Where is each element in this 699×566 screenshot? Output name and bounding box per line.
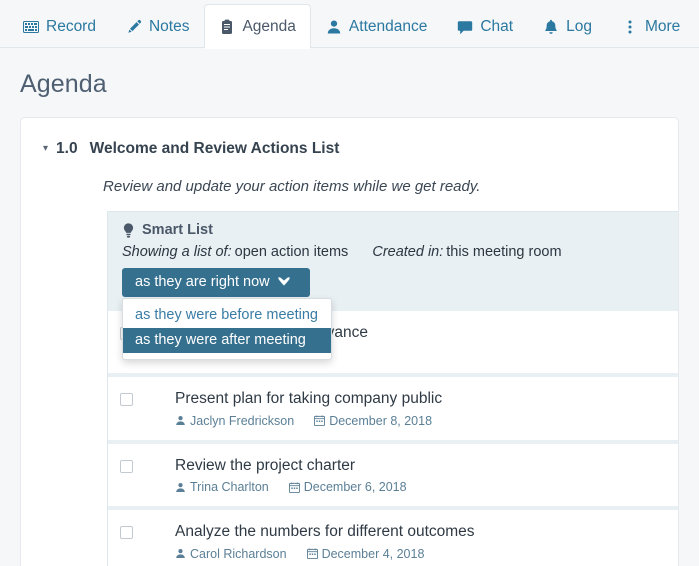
action-item-date: December 6, 2018 [288, 480, 407, 495]
action-item-meta: Jaclyn Fredrickson December 8, 2018 [175, 414, 442, 428]
timeframe-dropdown-menu: as they were before meeting as they were… [122, 298, 332, 360]
person-icon [175, 482, 186, 493]
tab-label: Chat [480, 17, 514, 35]
filter-list-label: Showing a list of: [122, 244, 232, 260]
pencil-icon [126, 19, 142, 35]
timeframe-dropdown-button[interactable]: as they are right now [122, 268, 310, 297]
tab-chat[interactable]: Chat [442, 4, 528, 48]
action-item-meta: Carol Richardson December 4, 2018 [175, 547, 475, 561]
action-item-title[interactable]: Present plan for taking company public [175, 389, 442, 408]
table-row[interactable]: Review the project charter Trina Charlto… [108, 443, 678, 511]
agenda-item-title: Welcome and Review Actions List [89, 140, 340, 157]
filter-created-value[interactable]: this meeting room [446, 244, 561, 260]
action-item-date-text: December 8, 2018 [329, 413, 433, 428]
calendar-icon [306, 548, 318, 559]
table-row[interactable]: Analyze the numbers for different outcom… [108, 510, 678, 566]
action-item-checkbox[interactable] [120, 526, 133, 540]
tab-label: More [644, 17, 681, 35]
action-item-checkbox[interactable] [120, 393, 133, 407]
tab-label: Attendance [348, 17, 428, 35]
action-item-assignee-text: Carol Richardson [190, 546, 287, 561]
bell-icon [543, 19, 559, 35]
agenda-item-header[interactable]: ▾ 1.0 Welcome and Review Actions List [21, 140, 678, 158]
agenda-item-description: Review and update your action items whil… [103, 178, 481, 195]
tab-attendance[interactable]: Attendance [311, 4, 442, 48]
timeframe-dropdown: as they are right now as they were befor… [122, 268, 332, 360]
tab-agenda[interactable]: Agenda [204, 4, 311, 49]
filter-created-label: Created in: [372, 244, 444, 260]
lightbulb-icon [122, 222, 135, 238]
action-item-checkbox[interactable] [120, 459, 133, 473]
smart-list-title: Smart List [142, 222, 213, 238]
action-item-assignee-text: Jaclyn Fredrickson [190, 413, 295, 428]
kebab-menu-icon [622, 19, 638, 35]
action-item-date-text: December 4, 2018 [321, 546, 425, 561]
chat-bubble-icon [457, 19, 473, 35]
smart-list-header: Smart List [122, 222, 664, 238]
agenda-item-number: 1.0 [56, 140, 78, 157]
tab-label: Log [566, 17, 592, 35]
page-title: Agenda [20, 70, 107, 98]
action-item-assignee: Jaclyn Fredrickson [175, 414, 294, 428]
action-item-title[interactable]: Review the project charter [175, 456, 407, 475]
action-item-assignee: Trina Charlton [175, 480, 269, 494]
dropdown-option-before-meeting[interactable]: as they were before meeting [123, 303, 331, 328]
action-item-assignee-text: Trina Charlton [190, 480, 269, 495]
tab-record[interactable]: Record [8, 4, 111, 48]
keyboard-icon [23, 19, 39, 35]
tab-label: Record [46, 17, 96, 35]
page-content: Agenda ▾ 1.0 Welcome and Review Actions … [0, 48, 699, 566]
chevron-down-icon[interactable]: ▾ [43, 144, 48, 154]
tab-log[interactable]: Log [528, 4, 607, 48]
tab-label: Notes [148, 17, 190, 35]
smart-list-panel: Smart List Showing a list of: open action… [107, 211, 678, 360]
tab-notes[interactable]: Notes [111, 4, 205, 48]
smart-list-filters: Showing a list of: open action items Crea… [122, 244, 664, 260]
tab-more[interactable]: More [607, 4, 695, 48]
person-icon [175, 548, 186, 559]
chevron-down-icon [277, 276, 290, 288]
action-item-date: December 4, 2018 [306, 546, 425, 561]
clipboard-icon [219, 19, 235, 35]
action-item-title[interactable]: Analyze the numbers for different outcom… [175, 522, 475, 541]
main-tab-bar: Record Notes Agenda Attendance Chat Log … [0, 0, 699, 49]
person-icon [326, 19, 342, 35]
dropdown-option-after-meeting[interactable]: as they were after meeting [123, 328, 331, 353]
filter-list-value[interactable]: open action items [235, 244, 349, 260]
action-item-meta: Trina Charlton December 6, 2018 [175, 480, 407, 494]
action-item-date-text: December 6, 2018 [303, 480, 407, 495]
calendar-icon [314, 415, 326, 427]
person-icon [175, 415, 186, 426]
calendar-icon [288, 482, 300, 493]
action-item-date: December 8, 2018 [314, 414, 432, 428]
timeframe-selected-label: as they are right now [135, 274, 270, 290]
action-item-assignee: Carol Richardson [175, 547, 287, 561]
tab-label: Agenda [242, 17, 296, 35]
table-row[interactable]: Present plan for taking company public J… [108, 377, 678, 444]
agenda-card: ▾ 1.0 Welcome and Review Actions List Re… [20, 117, 679, 566]
